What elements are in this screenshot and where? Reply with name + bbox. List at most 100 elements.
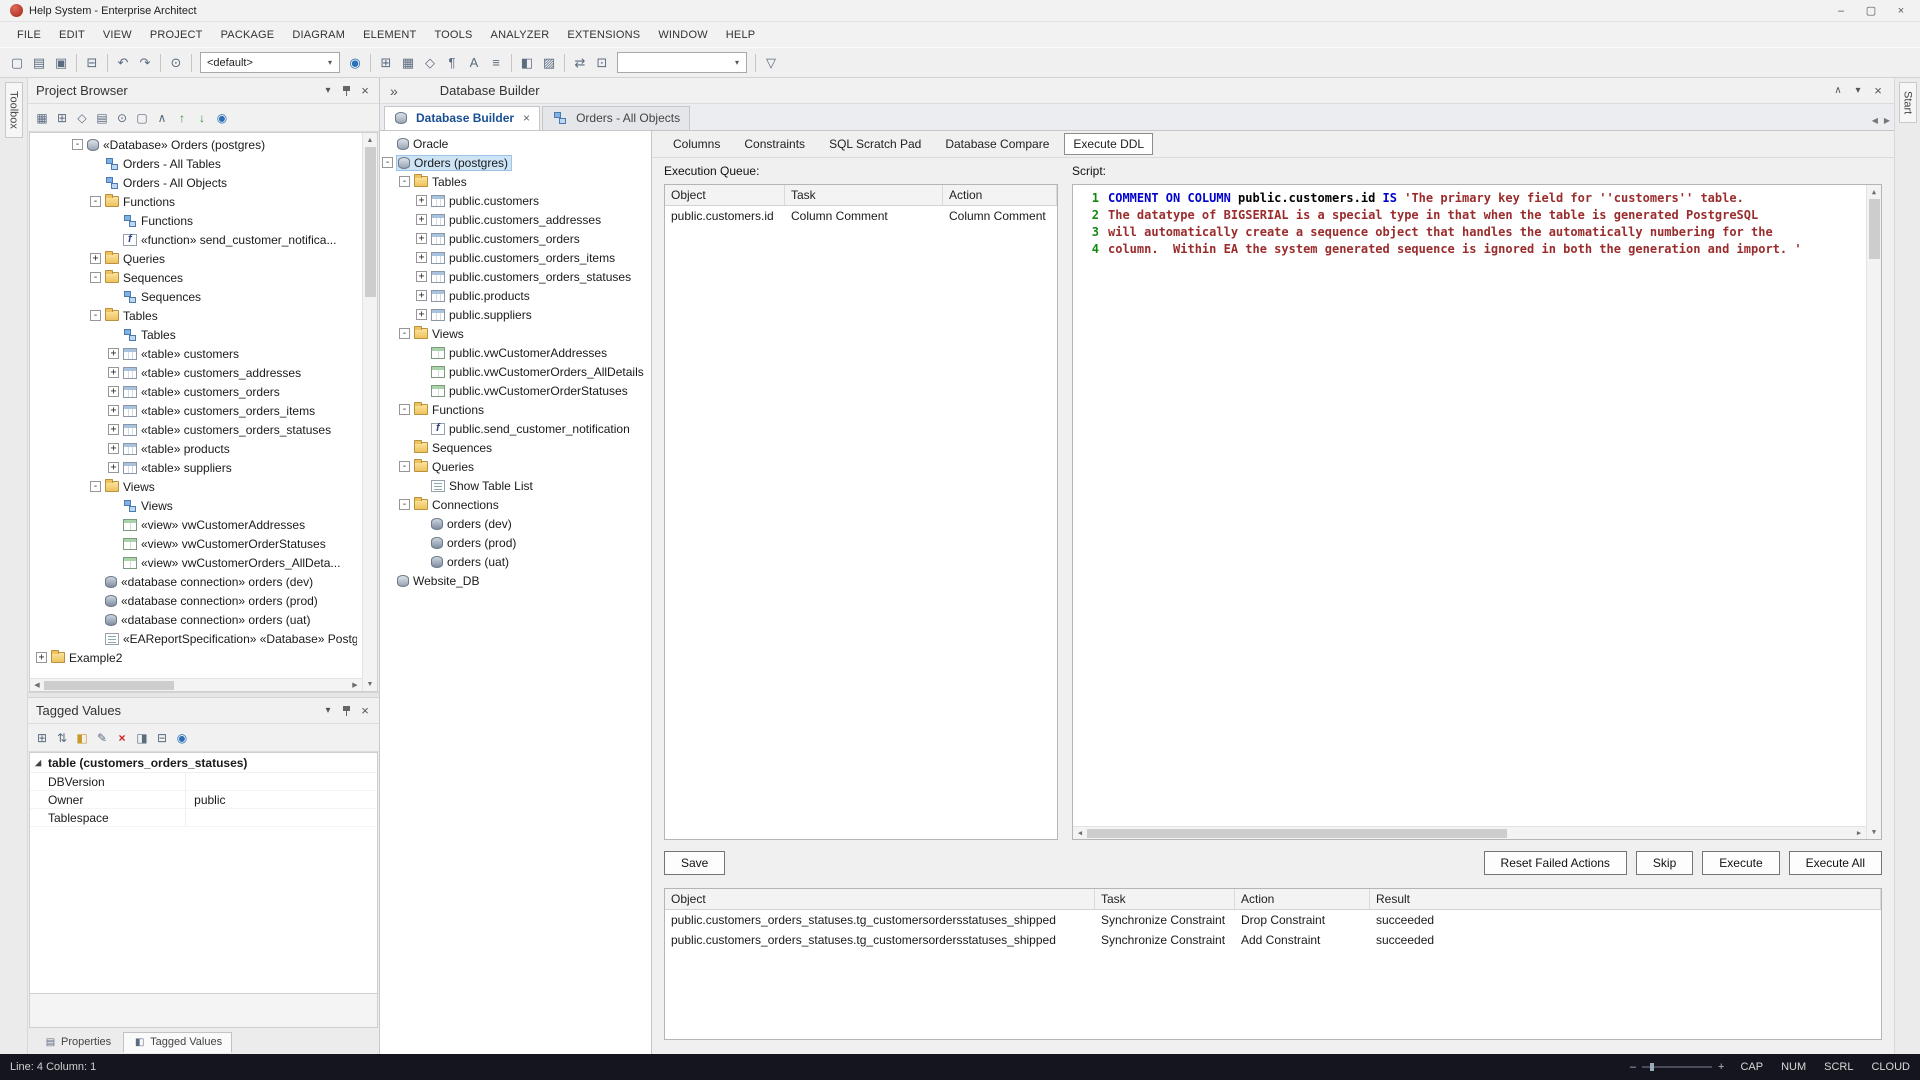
scrollbar-thumb[interactable] [1869,199,1880,259]
menu-edit[interactable]: EDIT [50,25,94,45]
column-header[interactable]: Task [1095,889,1235,909]
table-row[interactable]: public.customers_orders_statuses.tg_cust… [665,930,1881,950]
edit-tag-icon[interactable]: ✎ [92,728,112,748]
collapse-icon[interactable]: - [90,196,101,207]
new-package-icon[interactable]: ▦ [32,108,52,128]
pin-icon[interactable] [342,705,351,717]
expand-icon[interactable]: + [416,309,427,320]
column-header[interactable]: Object [665,185,785,205]
tree-item[interactable]: -Functions [380,400,649,419]
new-element-icon[interactable]: ◇ [419,52,441,74]
tree-item[interactable]: +«table» customers_orders [30,382,361,401]
tree-item[interactable]: +public.customers_addresses [380,210,649,229]
tree-item[interactable]: -«Database» Orders (postgres) [30,135,361,154]
chevrons-icon[interactable] [390,83,398,99]
expand-icon[interactable]: + [108,462,119,473]
expand-icon[interactable]: + [416,233,427,244]
expand-icon[interactable]: + [416,290,427,301]
new-element-icon[interactable]: ◇ [72,108,92,128]
tagged-value-row[interactable]: DBVersion [30,773,377,791]
tagged-values-group-row[interactable]: table (customers_orders_statuses) [30,753,377,773]
scroll-right-icon[interactable]: ▶ [1852,827,1866,839]
tree-item[interactable]: «database connection» orders (uat) [30,610,361,629]
expand-icon[interactable]: + [108,386,119,397]
execute-button[interactable]: Execute [1702,851,1779,875]
tree-item[interactable]: Show Table List [380,476,649,495]
search-combo[interactable]: ▾ [617,52,747,73]
tree-item[interactable]: -Connections [380,495,649,514]
collapse-icon[interactable]: - [72,139,83,150]
table-row[interactable]: public.customers_orders_statuses.tg_cust… [665,910,1881,930]
tree-item[interactable]: Website_DB [380,571,649,590]
tree-item[interactable]: «database connection» orders (dev) [30,572,361,591]
help-icon[interactable]: ◉ [212,108,232,128]
save-button[interactable]: Save [664,851,725,875]
appearance-icon[interactable]: ◉ [344,52,366,74]
pin-icon[interactable] [342,85,351,97]
menu-view[interactable]: VIEW [94,25,141,45]
note-icon[interactable]: ¶ [441,52,463,74]
maximize-button[interactable]: ▢ [1856,1,1886,21]
doc-tab-database-builder[interactable]: Database Builder [384,106,540,130]
tree-item[interactable]: +«table» suppliers [30,458,361,477]
chevron-down-icon[interactable]: ▾ [323,58,337,67]
collapse-icon[interactable]: - [399,499,410,510]
tree-item[interactable]: public.send_customer_notification [380,419,649,438]
new-diagram-icon[interactable]: ⊞ [375,52,397,74]
panel-menu-icon[interactable] [322,705,334,717]
chevron-down-icon[interactable]: ▾ [730,58,744,67]
skip-button[interactable]: Skip [1636,851,1693,875]
tree-item[interactable]: Sequences [30,287,361,306]
tree-item[interactable]: Orders - All Objects [30,173,361,192]
tree-item[interactable]: «view» vwCustomerAddresses [30,515,361,534]
save-icon[interactable]: ▣ [50,52,72,74]
tree-item[interactable]: +«table» products [30,439,361,458]
tree-item[interactable]: orders (uat) [380,552,649,571]
scroll-left-icon[interactable]: ◀ [1073,827,1087,839]
tree-item[interactable]: orders (dev) [380,514,649,533]
tree-item[interactable]: Tables [30,325,361,344]
scroll-up-icon[interactable]: ▲ [1867,185,1881,199]
tree-item[interactable]: -Views [380,324,649,343]
expand-icon[interactable]: + [416,214,427,225]
tree-item[interactable]: public.vwCustomerAddresses [380,343,649,362]
menu-project[interactable]: PROJECT [141,25,212,45]
tree-item[interactable]: +public.customers_orders_statuses [380,267,649,286]
vertical-scrollbar[interactable]: ▲ ▼ [1866,185,1881,839]
close-button[interactable]: × [1886,1,1916,21]
horizontal-scrollbar[interactable]: ◀ ▶ [1073,826,1866,839]
menu-diagram[interactable]: DIAGRAM [283,25,354,45]
documentation-icon[interactable]: ▢ [132,108,152,128]
column-header[interactable]: Object [665,889,1095,909]
tree-item[interactable]: «view» vwCustomerOrderStatuses [30,534,361,553]
expand-icon[interactable]: + [108,405,119,416]
column-header[interactable]: Result [1370,889,1881,909]
tree-item[interactable]: Views [30,496,361,515]
options-icon[interactable]: ◉ [172,728,192,748]
close-icon[interactable] [519,111,530,125]
tagged-value-row[interactable]: Tablespace [30,809,377,827]
scroll-up-icon[interactable]: ▲ [363,133,377,147]
column-header[interactable]: Action [1235,889,1370,909]
expand-icon[interactable]: + [108,348,119,359]
collapse-icon[interactable]: - [90,481,101,492]
minimize-button[interactable]: – [1826,1,1856,21]
collapse-all-icon[interactable]: ∧ [152,108,172,128]
menu-window[interactable]: WINDOW [649,25,716,45]
expand-icon[interactable]: + [36,652,47,663]
print-icon[interactable]: ⊟ [81,52,103,74]
zoom-slider-thumb[interactable] [1650,1063,1654,1071]
move-down-icon[interactable]: ↓ [192,108,212,128]
menu-file[interactable]: FILE [8,25,50,45]
table-row[interactable]: public.customers.idColumn CommentColumn … [665,206,1057,226]
checklist-icon[interactable]: ⊟ [152,728,172,748]
dock-tab-properties[interactable]: ▤Properties [34,1032,121,1053]
menu-analyzer[interactable]: ANALYZER [482,25,559,45]
scrollbar-thumb[interactable] [44,681,174,690]
open-project-icon[interactable]: ▤ [28,52,50,74]
find-in-browser-icon[interactable]: ⊙ [112,108,132,128]
tree-item[interactable]: -Views [30,477,361,496]
tree-item[interactable]: -Orders (postgres) [380,153,649,172]
list-icon[interactable]: ≡ [485,52,507,74]
tree-item[interactable]: -Tables [30,306,361,325]
